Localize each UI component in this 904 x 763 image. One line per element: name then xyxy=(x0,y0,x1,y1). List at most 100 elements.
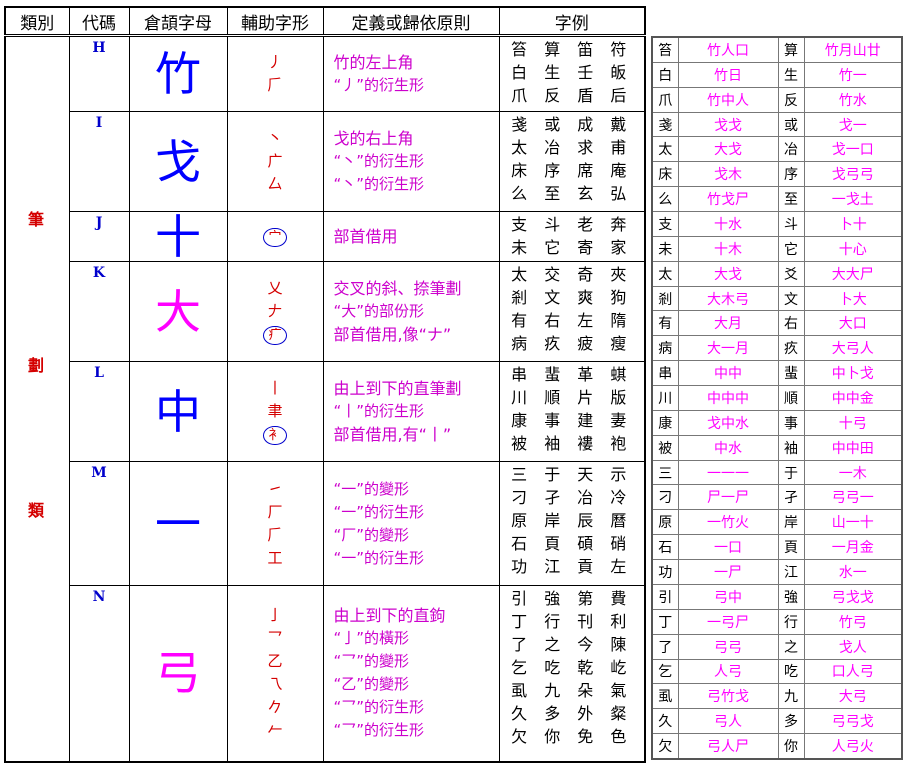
cangjie-code: 弓竹戈 xyxy=(677,683,779,710)
aux-form: 丨 xyxy=(267,379,283,397)
header-aux: 輔助字形 xyxy=(226,6,324,37)
aux-forms-cell: 丿𠂆 xyxy=(226,35,324,112)
example-char: 疚 xyxy=(777,335,805,362)
example-char: 算 xyxy=(777,36,805,63)
example-char: 未 xyxy=(651,235,679,262)
definition-line: “乙”的變形 xyxy=(333,675,410,694)
cangjie-code: 卜十 xyxy=(803,211,903,237)
root-row-I: I 戈丶广厶戈的右上角 “丶”的衍生形 “丶”的衍生形戔 或 成 戴太 冶 求 甫床 … xyxy=(5,111,646,212)
decomposition-row: 川中中中順中中金 xyxy=(651,385,903,411)
examples-cell: 串 蜚 革 蜞川 順 片 版康 事 建 妻被 袖 褸 袍 xyxy=(498,361,646,462)
example-char: 之 xyxy=(777,633,805,660)
cangjie-code: 口人弓 xyxy=(803,658,903,685)
definition-line: “一”的變形 xyxy=(333,479,410,498)
code-cell: K xyxy=(68,261,130,362)
decomposition-row: 久弓人多弓弓戈 xyxy=(651,708,903,735)
example-line: 康 事 建 妻 xyxy=(511,411,633,430)
cangjie-code: 竹人口 xyxy=(677,36,779,63)
example-line: 久 多 外 粲 xyxy=(511,704,633,723)
cangjie-code: 戈木 xyxy=(677,161,779,188)
examples-cell: 三 于 天 示刁 孑 冶 冷原 岸 辰 曆石 頁 碩 硝功 江 貢 左 xyxy=(498,461,646,586)
aux-form: 乁 xyxy=(267,675,283,694)
examples-cell: 戔 或 成 戴太 冶 求 甫床 序 席 庵么 至 玄 弘 xyxy=(498,111,646,212)
example-char: 于 xyxy=(777,459,805,486)
cangjie-code: 一口 xyxy=(677,534,779,561)
aux-forms-cell: 宀 xyxy=(226,211,324,262)
cangjie-code: 中中 xyxy=(677,360,779,387)
cangjie-code: 十心 xyxy=(803,235,903,262)
definition-line: “一”的衍生形 xyxy=(333,502,425,521)
example-line: 被 袖 褸 袍 xyxy=(511,434,633,453)
example-line: 功 江 貢 左 xyxy=(511,557,633,576)
cangjie-code: 中中金 xyxy=(803,385,903,411)
aux-form: 工 xyxy=(267,548,283,567)
cangjie-code: 一月金 xyxy=(803,534,903,561)
cangjie-code: 十弓 xyxy=(803,409,903,436)
example-char: 石 xyxy=(651,534,679,561)
example-char: 刁 xyxy=(651,484,679,511)
category-char-1: 筆 xyxy=(28,210,45,229)
header-definition: 定義或歸依原則 xyxy=(322,6,500,37)
cangjie-code: 弓中 xyxy=(677,583,779,610)
header-row: 類別 代碼 倉頡字母 輔助字形 定義或歸依原則 字例 xyxy=(4,6,646,37)
decomposition-row: 刁尸一尸孑弓弓一 xyxy=(651,484,903,511)
definition-line: “亅”的橫形 xyxy=(333,629,410,648)
example-line: 么 至 玄 弘 xyxy=(511,184,633,203)
cangjie-code: 人弓火 xyxy=(803,733,903,760)
cangjie-code: 大木弓 xyxy=(677,285,779,312)
aux-form: 𠂉 xyxy=(267,721,283,740)
aux-form: 𠂊 xyxy=(267,698,283,717)
example-char: 么 xyxy=(651,186,679,213)
example-char: 強 xyxy=(777,583,805,610)
code-cell: L xyxy=(68,361,130,462)
root-letter: 戈 xyxy=(128,111,228,212)
definition-cell: 部首借用 xyxy=(322,211,500,262)
definition-line: “厂”的變形 xyxy=(333,525,410,544)
aux-form: 衤 xyxy=(228,423,322,446)
cangjie-code: 戈人 xyxy=(803,633,903,660)
cangjie-code: 戈戈 xyxy=(677,111,779,138)
aux-forms-cell: 乂𠂇疒 xyxy=(226,261,324,362)
example-char: 孑 xyxy=(777,484,805,511)
example-char: 被 xyxy=(651,434,679,461)
circled-aux-form: 宀 xyxy=(263,228,287,247)
example-line: 川 順 片 版 xyxy=(511,388,633,407)
example-char: 文 xyxy=(777,285,805,312)
example-char: 久 xyxy=(651,708,679,735)
aux-form: 厂 xyxy=(267,502,283,521)
decomposition-row: 虱弓竹戈九大弓 xyxy=(651,683,903,710)
example-line: 了 之 今 陳 xyxy=(511,635,633,654)
aux-form: 广 xyxy=(267,152,283,170)
cangjie-code: 一尸 xyxy=(677,559,779,585)
example-char: 虱 xyxy=(651,683,679,710)
example-char: 剎 xyxy=(651,285,679,312)
cangjie-code: 弓弓一 xyxy=(803,484,903,511)
cangjie-code: 戈一口 xyxy=(803,136,903,163)
definition-cell: 交叉的斜、捺筆劃 “大”的部份形 部首借用,像“ナ” xyxy=(322,261,500,362)
examples-cell: 太 交 奇 夾剎 文 爽 狗有 右 左 隋病 疚 疲 瘦 xyxy=(498,261,646,362)
example-char: 爻 xyxy=(777,260,805,287)
aux-form: ㇀ xyxy=(267,479,283,498)
decomposition-row: 引弓中強弓戈戈 xyxy=(651,583,903,610)
circled-aux-form: 衤 xyxy=(263,426,287,445)
cangjie-code: 大弓人 xyxy=(803,335,903,362)
cangjie-code: 一竹火 xyxy=(677,509,779,536)
cangjie-code: 一一一 xyxy=(677,459,779,486)
example-char: 病 xyxy=(651,335,679,362)
aux-form: 乛 xyxy=(267,629,283,648)
examples-cell: 支 斗 老 奔未 它 寄 家 xyxy=(498,211,646,262)
example-char: 白 xyxy=(651,61,679,88)
cangjie-code: 中中中 xyxy=(677,385,779,411)
aux-forms-cell: 丶广厶 xyxy=(226,111,324,212)
cangjie-code: 中中田 xyxy=(803,434,903,461)
example-char: 序 xyxy=(777,161,805,188)
example-char: 你 xyxy=(777,733,805,760)
decomposition-row: 剎大木弓文卜大 xyxy=(651,285,903,312)
example-line: 原 岸 辰 曆 xyxy=(511,511,633,530)
example-char: 三 xyxy=(651,459,679,486)
cangjie-code: 山一十 xyxy=(803,509,903,536)
aux-forms-cell: 丨聿衤 xyxy=(226,361,324,462)
example-line: 串 蜚 革 蜞 xyxy=(511,365,633,384)
definition-line: “乛”的衍生形 xyxy=(333,721,425,740)
cangjie-code: 竹弓 xyxy=(803,608,903,635)
